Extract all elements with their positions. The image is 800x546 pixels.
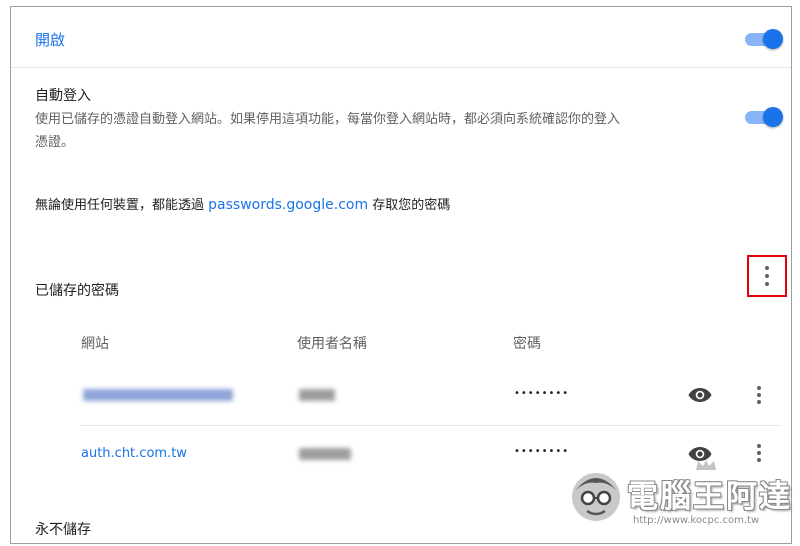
- site-link[interactable]: auth.cht.com.tw: [81, 446, 187, 461]
- password-masked: ••••••••: [514, 388, 570, 399]
- watermark-url: http://www.kocpc.com.tw: [633, 515, 760, 526]
- saved-passwords-more-icon[interactable]: [759, 265, 775, 287]
- eye-icon[interactable]: [688, 387, 712, 403]
- mascot-icon: [572, 473, 620, 521]
- password-masked: ••••••••: [514, 446, 570, 457]
- column-header-password: 密碼: [513, 336, 541, 352]
- row-divider: [81, 425, 781, 426]
- column-header-username: 使用者名稱: [297, 336, 367, 352]
- site-blurred: [83, 389, 233, 401]
- watermark-brand: 電腦王阿達: [627, 479, 792, 515]
- passwords-google-link[interactable]: passwords.google.com: [208, 197, 368, 213]
- enabled-label: 開啟: [35, 31, 66, 49]
- column-header-site: 網站: [81, 336, 109, 352]
- username-blurred: [299, 448, 351, 460]
- row-more-icon[interactable]: [751, 385, 767, 407]
- enabled-toggle[interactable]: [745, 29, 783, 49]
- auto-signin-title: 自動登入: [35, 88, 91, 104]
- auto-signin-description-line2: 憑證。: [35, 135, 75, 150]
- settings-panel: 開啟 自動登入 使用已儲存的憑證自動登入網站。如果停用這項功能，每當你登入網站時…: [10, 6, 792, 544]
- watermark: 電腦王阿達 http://www.kocpc.com.tw: [567, 459, 792, 531]
- never-saved-title: 永不儲存: [35, 522, 91, 538]
- passwords-info-suffix: 存取您的密碼: [368, 198, 451, 213]
- auto-signin-toggle[interactable]: [745, 107, 783, 127]
- passwords-info-prefix: 無論使用任何裝置，都能透過: [35, 198, 209, 213]
- saved-passwords-title: 已儲存的密碼: [35, 283, 119, 299]
- auto-signin-description-line1: 使用已儲存的憑證自動登入網站。如果停用這項功能，每當你登入網站時，都必須向系統確…: [35, 112, 621, 127]
- username-blurred: [299, 389, 335, 401]
- divider: [11, 67, 791, 68]
- passwords-info: 無論使用任何裝置，都能透過 passwords.google.com 存取您的密…: [35, 194, 450, 213]
- crown-icon: [696, 460, 716, 470]
